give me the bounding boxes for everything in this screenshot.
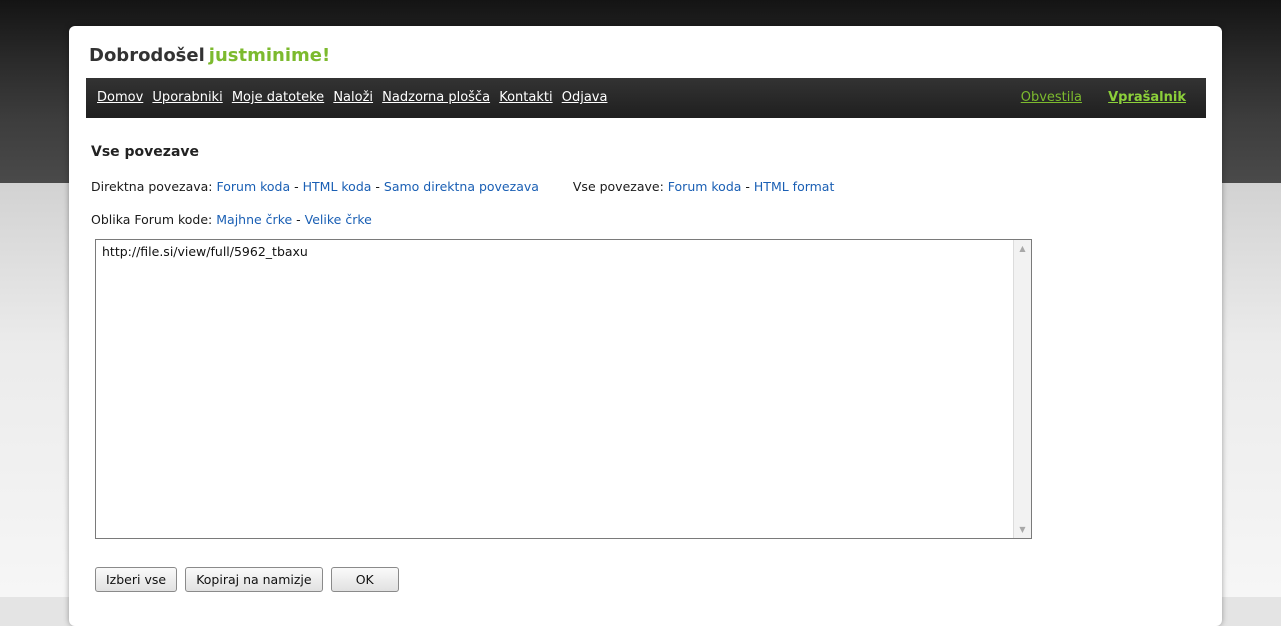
uppercase-link[interactable]: Velike črke <box>305 212 372 227</box>
all-forum-code-link[interactable]: Forum koda <box>668 179 742 194</box>
scroll-down-arrow-icon[interactable]: ▼ <box>1014 521 1031 538</box>
nav-item-domov[interactable]: Domov <box>97 90 143 105</box>
link-options-row: Direktna povezava: Forum koda - HTML kod… <box>91 179 834 194</box>
nav-item-kontakti[interactable]: Kontakti <box>499 90 552 105</box>
action-buttons: Izberi vse Kopiraj na namizje OK <box>95 567 403 592</box>
survey-link[interactable]: Vprašalnik <box>1108 90 1186 105</box>
scrollbar[interactable]: ▲ ▼ <box>1013 240 1031 538</box>
nav-item-nadzorna-plosca[interactable]: Nadzorna plošča <box>382 90 490 105</box>
ok-button[interactable]: OK <box>330 567 399 592</box>
welcome-heading: Dobrodošel justminime! <box>89 45 330 66</box>
username: justminime! <box>208 45 331 66</box>
section-title: Vse povezave <box>91 144 200 160</box>
nav-item-nalozi[interactable]: Naloži <box>333 90 373 105</box>
forum-format-row: Oblika Forum kode: Majhne črke - Velike … <box>91 212 372 227</box>
nav-item-uporabniki[interactable]: Uporabniki <box>152 90 222 105</box>
select-all-button[interactable]: Izberi vse <box>95 567 178 592</box>
all-html-format-link[interactable]: HTML format <box>754 179 834 194</box>
nav-item-moje-datoteke[interactable]: Moje datoteke <box>232 90 324 105</box>
notices-link[interactable]: Obvestila <box>1021 90 1082 105</box>
forum-format-label: Oblika Forum kode: <box>91 212 213 227</box>
scroll-up-arrow-icon[interactable]: ▲ <box>1014 240 1031 257</box>
separator: - <box>375 179 380 194</box>
direct-only-link[interactable]: Samo direktna povezava <box>384 179 539 194</box>
welcome-text: Dobrodošel <box>89 45 205 66</box>
direct-forum-code-link[interactable]: Forum koda <box>217 179 291 194</box>
separator: - <box>296 212 301 227</box>
copy-to-clipboard-button[interactable]: Kopiraj na namizje <box>185 567 323 592</box>
all-links-label: Vse povezave: <box>572 179 664 194</box>
nav-right-menu: Obvestila Vprašalnik <box>1021 90 1186 105</box>
main-panel: Dobrodošel justminime! Domov Uporabniki M… <box>69 26 1222 626</box>
separator: - <box>294 179 299 194</box>
lowercase-link[interactable]: Majhne črke <box>216 212 292 227</box>
separator: - <box>745 179 750 194</box>
links-output-textarea[interactable]: http://file.si/view/full/5962_tbaxu <box>96 240 1003 538</box>
navbar: Domov Uporabniki Moje datoteke Naloži Na… <box>86 78 1206 118</box>
direct-links-label: Direktna povezava: <box>91 179 213 194</box>
direct-html-code-link[interactable]: HTML koda <box>303 179 372 194</box>
nav-item-odjava[interactable]: Odjava <box>562 90 608 105</box>
nav-menu: Domov Uporabniki Moje datoteke Naloži Na… <box>97 90 612 105</box>
links-output-box: http://file.si/view/full/5962_tbaxu ▲ ▼ <box>95 239 1032 539</box>
